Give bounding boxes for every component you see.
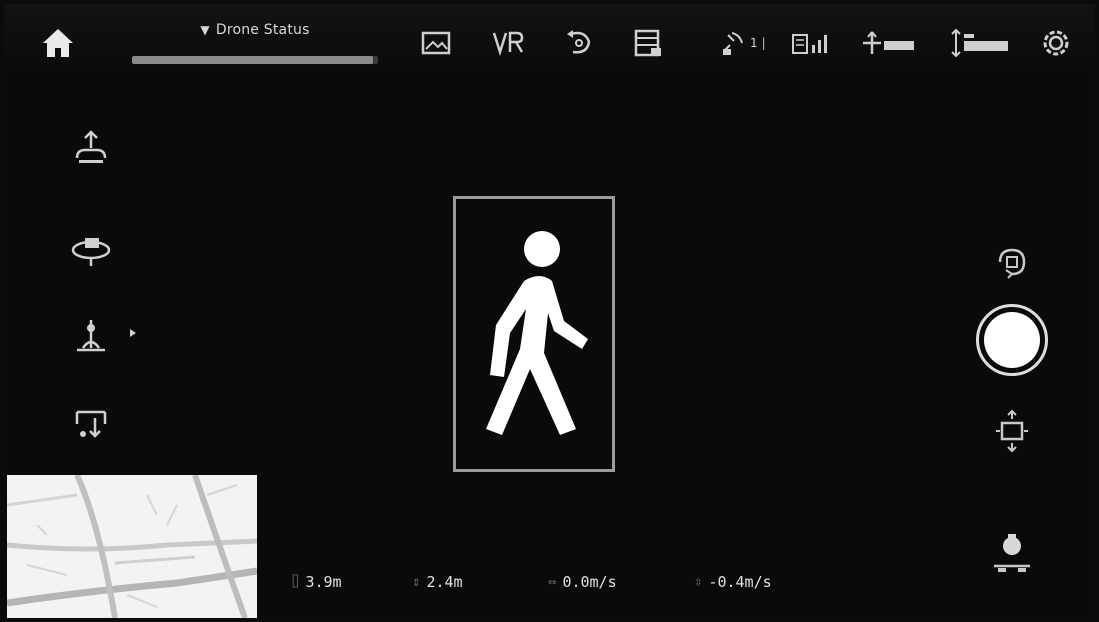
distance-value: 3.9m	[305, 573, 342, 591]
signal-icon: ▼	[200, 23, 210, 37]
drone-status-bar	[132, 56, 378, 64]
home-button[interactable]	[40, 26, 76, 60]
shutter-button[interactable]	[976, 304, 1048, 376]
checklist-icon	[634, 29, 661, 57]
expand-arrow-icon[interactable]	[130, 329, 136, 337]
drone-status-label: ▼ Drone Status	[200, 22, 310, 38]
camera-mode-icon	[998, 248, 1026, 279]
distance-icon	[863, 31, 914, 54]
distance-readout: ⌷ 3.9m	[291, 569, 342, 595]
vr-button[interactable]	[490, 26, 526, 60]
return-home-button[interactable]	[560, 26, 596, 60]
camera-mode-button[interactable]	[989, 239, 1035, 285]
home-icon	[43, 29, 73, 57]
altitude-icon	[951, 28, 1008, 58]
flight-mode-icon	[77, 320, 105, 352]
remote-signal-indicator	[790, 26, 834, 60]
distance-icon: ⌷	[291, 574, 300, 590]
takeoff-icon	[75, 130, 107, 163]
gps-count: 1	[750, 36, 758, 50]
flight-mode-button[interactable]	[66, 314, 116, 358]
horizontal-speed-readout: ⇔ 0.0m/s	[548, 569, 617, 595]
gps-indicator: 1 |	[720, 26, 766, 60]
drone-status-panel[interactable]: ▼ Drone Status	[130, 16, 380, 66]
top-bar: ▼ Drone Status 1 |	[4, 4, 1095, 78]
gimbal-icon	[996, 409, 1028, 453]
gallery-icon	[421, 31, 451, 55]
takeoff-button[interactable]	[66, 126, 116, 170]
camera-settings-button[interactable]	[989, 530, 1035, 576]
drone-status-fill	[132, 56, 374, 64]
follow-mode-icon	[71, 238, 111, 266]
height-readout: ⇕ 2.4m	[412, 569, 463, 595]
distance-indicator	[860, 26, 918, 60]
gallery-button[interactable]	[418, 26, 454, 60]
gimbal-button[interactable]	[989, 408, 1035, 454]
settings-button[interactable]	[1038, 26, 1074, 60]
camera-settings-icon	[994, 534, 1030, 572]
height-value: 2.4m	[426, 573, 463, 591]
height-icon: ⇕	[412, 574, 421, 590]
walking-person-icon	[486, 231, 588, 435]
drone-camera-view: ▼ Drone Status 1 | ⌷ 3.9m ⇕ 2.4m ⇔ 0.0m/…	[4, 4, 1095, 618]
altitude-indicator	[950, 26, 1014, 60]
return-icon	[567, 30, 591, 54]
remote-signal-icon	[792, 34, 827, 54]
vertical-speed-value: -0.4m/s	[708, 573, 772, 591]
landing-button[interactable]	[66, 402, 116, 446]
map-roads	[7, 475, 257, 618]
horizontal-speed-value: 0.0m/s	[562, 573, 617, 591]
shutter-inner	[984, 312, 1040, 368]
vertical-speed-readout: ⇳ -0.4m/s	[694, 569, 772, 595]
mini-map[interactable]	[7, 475, 257, 618]
checklist-button[interactable]	[630, 26, 666, 60]
follow-mode-button[interactable]	[66, 226, 116, 270]
landing-icon	[75, 410, 107, 438]
horizontal-speed-icon: ⇔	[548, 574, 557, 590]
vertical-speed-icon: ⇳	[694, 574, 703, 590]
tracking-target-box[interactable]	[453, 196, 615, 472]
gps-satellite-icon	[723, 32, 743, 55]
gear-icon	[1043, 30, 1069, 56]
gps-separator: |	[761, 36, 766, 50]
vr-icon	[492, 31, 524, 56]
